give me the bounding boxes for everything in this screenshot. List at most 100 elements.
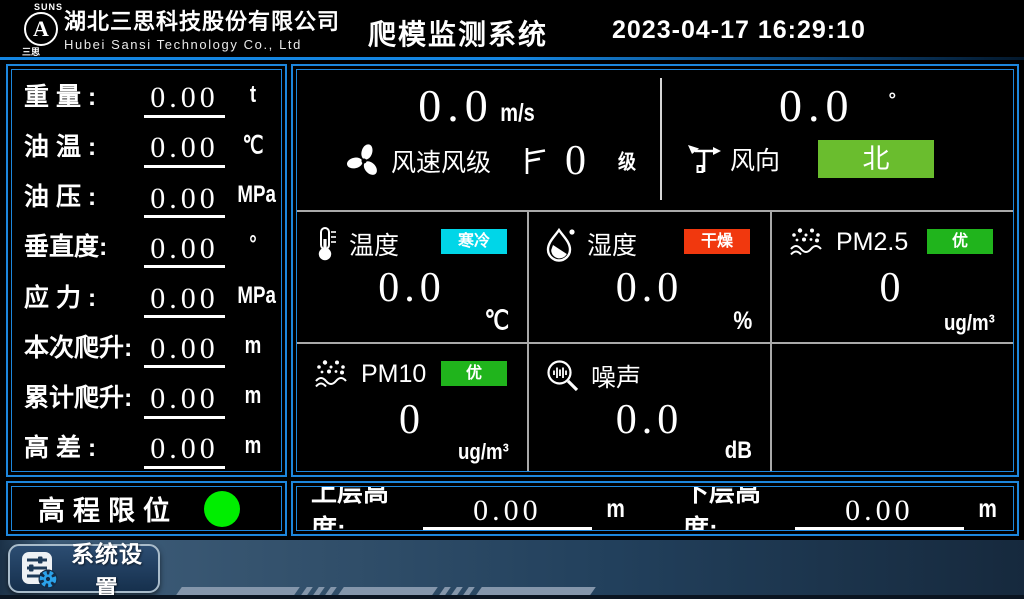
company-name-block: 湖北三思科技股份有限公司 Hubei Sansi Technology Co.,… (64, 9, 340, 52)
sensor-value: 0 (772, 264, 1013, 312)
metric-row-oil-pressure: 油 压 : 0.00 MPa (12, 170, 281, 220)
metric-label: 重 量 : (24, 77, 142, 113)
logo-suns-text: SUNS (34, 2, 63, 12)
elevation-limit-panel: 高程限位 (6, 481, 287, 536)
sensor-name: 温度 (349, 226, 399, 262)
sensor-name: 湿度 (587, 226, 637, 262)
wind-level-value: 0 (565, 140, 586, 182)
metric-unit: ℃ (237, 131, 268, 160)
metric-unit: m (237, 332, 268, 360)
metric-row-verticality: 垂直度: 0.00 ° (12, 220, 281, 270)
sensor-unit: % (733, 307, 752, 336)
wind-direction-button[interactable]: 北 (818, 140, 934, 178)
lower-height-label: 下层高度: (683, 486, 795, 531)
metric-value: 0.00 (144, 233, 225, 269)
company-name-cn: 湖北三思科技股份有限公司 (64, 9, 340, 34)
sensor-value: 0 (297, 396, 527, 444)
header-divider (0, 57, 1024, 60)
lower-height-value: 0.00 (795, 495, 964, 531)
footer-decorative-stripe (175, 587, 597, 595)
sensor-grid: 温度 寒冷 0.0 ℃ (297, 210, 1013, 471)
page-title: 爬模监测系统 (353, 13, 563, 53)
metric-row-total-climb: 累计爬升: 0.00 m (12, 371, 281, 421)
metric-value: 0.00 (144, 132, 225, 168)
metric-unit: MPa (237, 282, 268, 310)
pm25-status-badge: 优 (927, 229, 993, 254)
header: SUNS A 三思 湖北三思科技股份有限公司 Hubei Sansi Techn… (0, 0, 1024, 57)
wind-vane-icon (686, 142, 722, 176)
upper-height-value: 0.00 (423, 495, 592, 531)
wind-section: 0.0 m/s 风速风级 (297, 70, 1013, 210)
sensor-unit: dB (725, 437, 752, 465)
pm10-status-badge: 优 (441, 361, 507, 386)
humidity-status-badge: 干燥 (684, 229, 750, 254)
temperature-status-badge: 寒冷 (441, 229, 507, 254)
sensor-cell-humidity: 湿度 干燥 0.0 % (529, 212, 770, 342)
sensor-cell-noise: 噪声 0.0 dB (529, 344, 770, 471)
metric-row-weight: 重 量 : 0.00 t (12, 70, 281, 120)
sensor-unit: ug/m³ (944, 310, 995, 336)
wind-speed-unit: m/s (500, 99, 534, 128)
lower-height-unit: m (978, 493, 997, 524)
dust-particles-icon (313, 358, 351, 390)
metric-unit: m (237, 432, 268, 460)
metric-label: 垂直度: (24, 227, 142, 263)
fan-icon (345, 142, 383, 180)
wind-level-unit: 级 (618, 147, 636, 176)
water-drop-icon (545, 226, 577, 262)
sensor-cell-empty (772, 344, 1013, 471)
datetime-display: 2023-04-17 16:29:10 (612, 16, 866, 45)
metric-value: 0.00 (144, 183, 225, 219)
metric-label: 油 温 : (24, 127, 142, 163)
wind-speed-value: 0.0 (418, 82, 494, 130)
metric-unit: ° (237, 231, 268, 259)
settings-button-label: 系统设置 (66, 535, 148, 599)
metric-label: 应 力 : (24, 278, 142, 314)
company-name-en: Hubei Sansi Technology Co., Ltd (64, 37, 340, 52)
sensor-unit: ug/m³ (458, 439, 509, 465)
wind-direction-unit: ° (888, 90, 896, 112)
level-heights-panel: 上层高度: 0.00 m 下层高度: 0.00 m (291, 481, 1019, 536)
metric-unit: MPa (237, 181, 268, 209)
logo-circle-icon: A (24, 12, 58, 46)
climbing-formwork-monitor-screen: SUNS A 三思 湖北三思科技股份有限公司 Hubei Sansi Techn… (0, 0, 1024, 599)
environment-panel: 0.0 m/s 风速风级 (291, 64, 1019, 477)
footer-bar: 系统设置 (0, 540, 1024, 599)
noise-magnifier-icon (545, 358, 581, 394)
footer-bottom-strip (0, 595, 1024, 599)
metric-value: 0.00 (144, 383, 225, 419)
logo-letter: A (33, 18, 49, 40)
wind-speed-label: 风速风级 (391, 143, 491, 179)
dust-particles-icon (788, 226, 826, 258)
lower-height-field: 下层高度: 0.00 m (683, 486, 999, 531)
elevation-limit-label: 高程限位 (38, 489, 178, 528)
metric-value: 0.00 (144, 433, 225, 469)
wind-level-barb-icon (521, 145, 547, 177)
upper-height-label: 上层高度: (311, 486, 423, 531)
metric-label: 高 差 : (24, 428, 142, 464)
metric-value: 0.00 (144, 333, 225, 369)
sensor-cell-temperature: 温度 寒冷 0.0 ℃ (297, 212, 527, 342)
thermometer-icon (313, 226, 339, 262)
sensor-name: 噪声 (591, 358, 641, 394)
metric-value: 0.00 (144, 82, 225, 118)
sensor-cell-pm25: PM2.5 优 0 ug/m³ (772, 212, 1013, 342)
metric-row-stress: 应 力 : 0.00 MPa (12, 271, 281, 321)
upper-height-unit: m (606, 493, 625, 524)
wind-direction-block: 0.0 ° 风向 (662, 70, 1013, 210)
system-settings-button[interactable]: 系统设置 (8, 544, 160, 593)
sensor-value: 0.0 (529, 264, 770, 312)
sensor-name: PM10 (361, 360, 426, 389)
upper-height-field: 上层高度: 0.00 m (311, 486, 627, 531)
metric-label: 油 压 : (24, 177, 142, 213)
metric-row-current-climb: 本次爬升: 0.00 m (12, 321, 281, 371)
wind-speed-block: 0.0 m/s 风速风级 (297, 70, 660, 210)
sensor-name: PM2.5 (836, 228, 908, 257)
elevation-limit-status-indicator (204, 491, 240, 527)
metrics-panel: 重 量 : 0.00 t 油 温 : 0.00 ℃ 油 压 : 0.00 MPa… (6, 64, 287, 477)
settings-sliders-gear-icon (20, 550, 58, 588)
sensor-cell-pm10: PM10 优 0 ug/m³ (297, 344, 527, 471)
metric-row-height-diff: 高 差 : 0.00 m (12, 421, 281, 471)
sensor-unit: ℃ (484, 305, 509, 336)
wind-direction-label: 风向 (730, 141, 780, 177)
